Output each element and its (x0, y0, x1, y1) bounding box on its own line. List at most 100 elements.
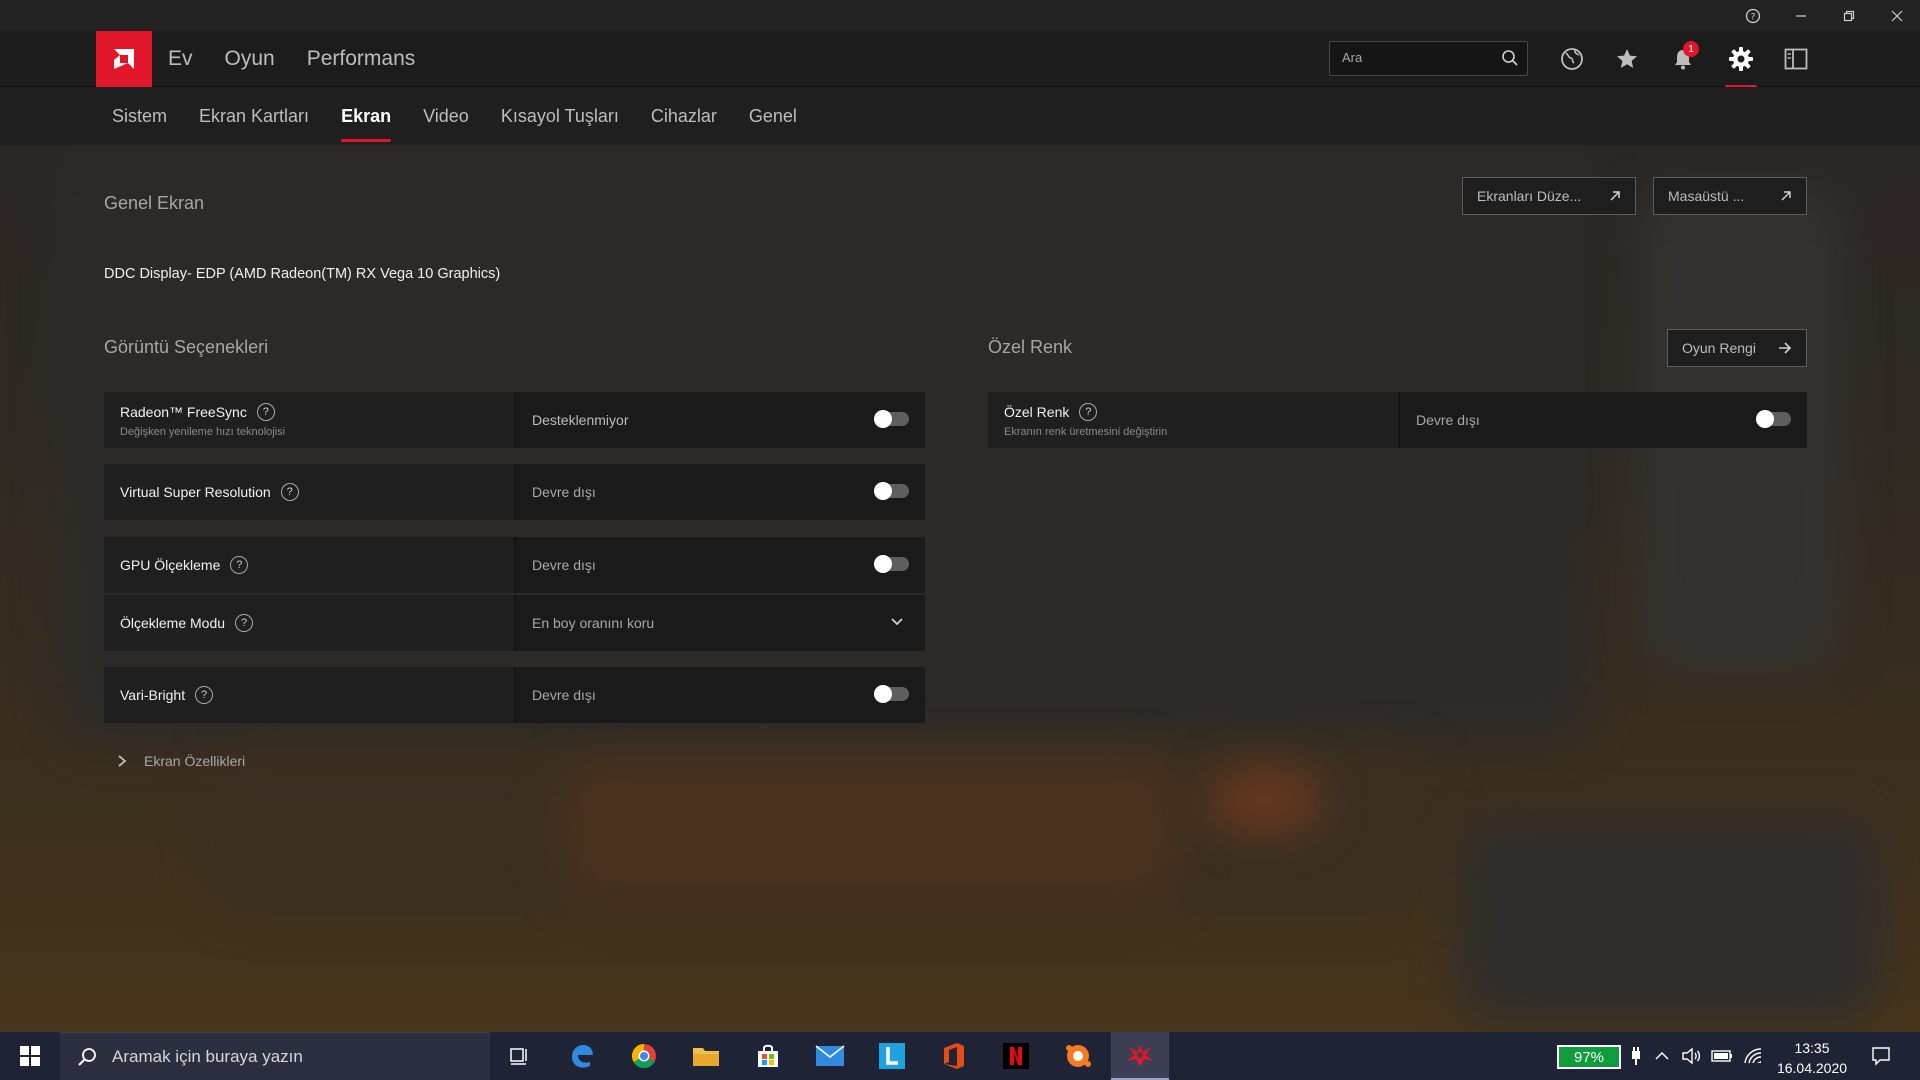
gpu-scaling-toggle[interactable] (874, 555, 909, 573)
search-icon[interactable] (1501, 49, 1519, 72)
vari-bright-toggle[interactable] (874, 685, 909, 703)
display-specs-expander[interactable]: Ekran Özellikleri (116, 753, 245, 769)
gpu-scaling-label: GPU Ölçekleme (120, 557, 221, 573)
vsr-label: Virtual Super Resolution (120, 484, 271, 500)
top-nav: Ev Oyun Performans (168, 31, 415, 87)
avast-icon[interactable] (1049, 1032, 1107, 1080)
show-hidden-icons-icon[interactable] (1650, 1032, 1674, 1080)
tab-sistem[interactable]: Sistem (112, 87, 167, 145)
office-icon[interactable] (925, 1032, 983, 1080)
custom-color-title: Özel Renk (988, 337, 1073, 357)
game-color-button[interactable]: Oyun Rengi (1667, 329, 1807, 367)
sidebar-panel-icon[interactable] (1780, 43, 1812, 75)
notifications-bell-icon[interactable]: 1 (1667, 41, 1699, 75)
vari-bright-value: Devre dışı (532, 687, 596, 703)
notification-badge: 1 (1683, 41, 1699, 57)
custom-color-toggle[interactable] (1756, 410, 1791, 428)
svg-text:?: ? (1751, 12, 1756, 22)
chrome-icon[interactable] (615, 1032, 673, 1080)
help-icon[interactable]: ? (1079, 402, 1098, 421)
scaling-mode-value: En boy oranını koru (532, 615, 655, 631)
edge-browser-icon[interactable] (553, 1032, 611, 1080)
freesync-value: Desteklenmiyor (532, 412, 629, 428)
search-input[interactable] (1342, 50, 1492, 65)
action-center-icon[interactable] (1858, 1032, 1904, 1080)
custom-color-sub: Ekranın renk üretmesini değiştirin (1004, 425, 1168, 438)
taskbar-search[interactable] (60, 1032, 490, 1080)
help-icon[interactable]: ? (235, 614, 254, 632)
globe-icon[interactable] (1556, 43, 1588, 75)
tab-kisayol-tuslari[interactable]: Kısayol Tuşları (501, 87, 619, 145)
freesync-sub: Değişken yenileme hızı teknolojisi (120, 425, 286, 438)
desktop-button[interactable]: Masaüstü ... (1653, 177, 1807, 215)
tab-genel[interactable]: Genel (749, 87, 797, 145)
file-explorer-icon[interactable] (677, 1032, 735, 1080)
search-box[interactable] (1329, 41, 1528, 76)
arrange-displays-button[interactable]: Ekranları Düze... (1462, 177, 1636, 215)
main-header: Ev Oyun Performans 1 (0, 31, 1920, 88)
vari-bright-row: Vari-Bright? Devre dışı (104, 667, 925, 723)
freesync-toggle[interactable] (874, 410, 909, 428)
minimize-button[interactable] (1778, 0, 1824, 31)
external-link-icon (1781, 191, 1791, 201)
windows-logo-icon (20, 1046, 40, 1066)
vari-bright-label: Vari-Bright (120, 687, 186, 703)
desktop-label: Masaüstü ... (1668, 188, 1745, 204)
nav-oyun[interactable]: Oyun (225, 47, 275, 71)
battery-status-icon[interactable] (1708, 1032, 1736, 1080)
custom-color-row: Özel Renk? Ekranın renk üretmesini değiş… (988, 392, 1807, 448)
external-link-icon (1610, 191, 1620, 201)
general-display-title: Genel Ekran (104, 193, 205, 213)
help-icon[interactable]: ? (195, 686, 214, 704)
arrange-displays-label: Ekranları Düze... (1477, 188, 1582, 204)
display-name: DDC Display- EDP (AMD Radeon(TM) RX Vega… (104, 266, 501, 282)
search-icon (78, 1047, 96, 1066)
vsr-toggle[interactable] (874, 482, 909, 500)
freesync-row: Radeon™ FreeSync? Değişken yenileme hızı… (104, 392, 925, 448)
mail-icon[interactable] (801, 1032, 859, 1080)
freesync-label: Radeon™ FreeSync (120, 403, 247, 420)
settings-gear-icon[interactable] (1725, 43, 1757, 75)
vsr-value: Devre dışı (532, 484, 596, 500)
help-icon[interactable]: ? (1730, 0, 1776, 31)
custom-color-label: Özel Renk (1004, 403, 1070, 420)
store-icon[interactable] (739, 1032, 797, 1080)
help-icon[interactable]: ? (230, 556, 249, 574)
clock-time: 13:35 (1794, 1040, 1830, 1056)
display-specs-label: Ekran Özellikleri (144, 753, 246, 769)
star-icon[interactable] (1611, 43, 1643, 75)
help-icon[interactable]: ? (256, 402, 275, 421)
start-button[interactable] (0, 1032, 60, 1080)
tab-video[interactable]: Video (423, 87, 469, 145)
close-button[interactable] (1874, 0, 1920, 31)
volume-icon[interactable] (1677, 1032, 1705, 1080)
wifi-icon[interactable] (1739, 1032, 1767, 1080)
scaling-mode-label: Ölçekleme Modu (120, 615, 226, 631)
task-view-icon[interactable] (490, 1032, 548, 1080)
tab-cihazlar[interactable]: Cihazlar (651, 87, 717, 145)
arrow-right-icon (1779, 342, 1792, 354)
nav-ev[interactable]: Ev (168, 47, 193, 71)
gpu-scaling-value: Devre dışı (532, 557, 596, 573)
taskbar-search-input[interactable] (112, 1046, 472, 1067)
taskbar-clock[interactable]: 13:35 16.04.2020 (1768, 1038, 1856, 1078)
window-titlebar: ? (0, 0, 1920, 31)
battery-indicator[interactable]: 97% (1557, 1045, 1621, 1069)
tab-ekran-kartlari[interactable]: Ekran Kartları (199, 87, 309, 145)
scaling-mode-dropdown[interactable]: En boy oranını koru (514, 595, 925, 651)
l-app-icon[interactable] (863, 1032, 921, 1080)
gpu-scaling-row: GPU Ölçekleme? Devre dışı (104, 537, 925, 593)
restore-button[interactable] (1826, 0, 1872, 31)
clock-date: 16.04.2020 (1776, 1060, 1848, 1076)
chevron-right-icon (118, 755, 127, 767)
power-plug-icon[interactable] (1624, 1032, 1648, 1080)
display-settings-content: Genel Ekran Ekranları Düze... Masaüstü .… (0, 145, 1920, 1032)
help-icon[interactable]: ? (280, 483, 299, 501)
netflix-icon[interactable] (987, 1032, 1045, 1080)
amd-radeon-taskbar-icon[interactable] (1111, 1032, 1169, 1080)
amd-logo[interactable] (96, 31, 152, 87)
scaling-mode-row: Ölçekleme Modu? En boy oranını koru (104, 595, 925, 651)
windows-taskbar: 97% 13:35 16.04.2020 (0, 1032, 1920, 1080)
tab-ekran[interactable]: Ekran (341, 87, 392, 145)
nav-performans[interactable]: Performans (307, 47, 416, 71)
